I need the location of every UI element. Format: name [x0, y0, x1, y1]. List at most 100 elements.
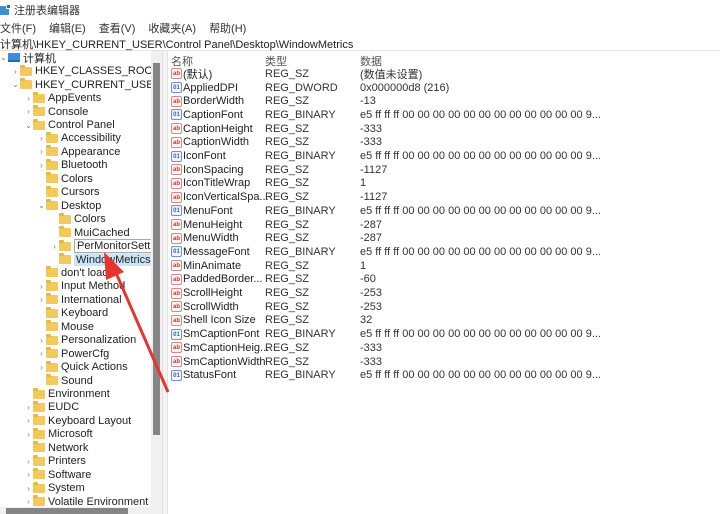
value-row[interactable]: ab Shell Icon Size REG_SZ 32: [168, 314, 720, 328]
menu-favorites[interactable]: 收藏夹(A): [148, 20, 196, 36]
value-row[interactable]: 01 SmCaptionFont REG_BINARY e5 ff ff ff 00 …: [168, 327, 720, 341]
tree-item[interactable]: Colors: [50, 212, 106, 226]
tree-vertical-scrollbar[interactable]: [151, 51, 162, 507]
value-row[interactable]: 01 StatusFont REG_BINARY e5 ff ff ff 00 00 …: [168, 368, 720, 382]
tree-item[interactable]: ⌄ Control Panel: [24, 118, 115, 132]
tree-horizontal-scroll-thumb[interactable]: [6, 508, 128, 514]
value-row[interactable]: 01 CaptionFont REG_BINARY e5 ff ff ff 00 00…: [168, 108, 720, 122]
menu-file[interactable]: 文件(F): [0, 20, 36, 36]
tree-horizontal-scrollbar[interactable]: [0, 507, 162, 514]
value-name: MenuFont: [183, 204, 233, 217]
menu-edit[interactable]: 编辑(E): [49, 20, 86, 36]
value-row[interactable]: ab MinAnimate REG_SZ 1: [168, 259, 720, 273]
tree-item[interactable]: › EUDC: [24, 400, 79, 415]
tree-vertical-scroll-thumb[interactable]: [153, 63, 160, 435]
tree-item[interactable]: › PowerCfg: [37, 347, 109, 361]
tree-item[interactable]: › Accessibility: [37, 131, 121, 146]
value-row[interactable]: 01 MenuFont REG_BINARY e5 ff ff ff 00 00 00…: [168, 204, 720, 218]
chevron-right-icon[interactable]: ›: [24, 470, 33, 479]
tree-item[interactable]: › Software: [24, 468, 91, 482]
address-path[interactable]: 计算机\HKEY_CURRENT_USER\Control Panel\Desk…: [0, 36, 353, 52]
column-header-type[interactable]: 类型: [265, 53, 287, 68]
value-row[interactable]: ab IconVerticalSpa... REG_SZ -1127: [168, 190, 720, 204]
chevron-right-icon[interactable]: ›: [24, 403, 33, 412]
value-row[interactable]: ab IconSpacing REG_SZ -1127: [168, 163, 720, 177]
string-value-icon: ab: [171, 68, 182, 80]
tree-item[interactable]: › Personalization: [37, 333, 136, 347]
tree-item[interactable]: › Microsoft: [24, 427, 93, 442]
chevron-right-icon[interactable]: ›: [37, 363, 46, 372]
chevron-right-icon[interactable]: ›: [37, 147, 46, 156]
tree-item[interactable]: ⌄ HKEY_CURRENT_USER: [11, 78, 162, 92]
tree-item-label: Mouse: [61, 320, 95, 333]
tree-item[interactable]: Keyboard: [37, 306, 108, 321]
tree-item[interactable]: › Input Method: [37, 279, 125, 294]
tree-item[interactable]: Colors: [37, 172, 93, 186]
value-row[interactable]: ab PaddedBorder... REG_SZ -60: [168, 273, 720, 287]
tree-item[interactable]: ⌄ Desktop: [37, 199, 101, 213]
value-row[interactable]: ab (默认) REG_SZ (数值未设置): [168, 67, 720, 81]
chevron-right-icon[interactable]: ›: [37, 336, 46, 345]
regedit-icon: [0, 4, 11, 15]
chevron-right-icon[interactable]: ›: [24, 497, 33, 506]
value-row[interactable]: ab SmCaptionWidth REG_SZ -333: [168, 355, 720, 369]
value-row[interactable]: ab IconTitleWrap REG_SZ 1: [168, 177, 720, 191]
value-data: -333: [360, 136, 383, 149]
value-row[interactable]: ab ScrollHeight REG_SZ -253: [168, 286, 720, 300]
chevron-right-icon[interactable]: ›: [37, 349, 46, 358]
tree-item[interactable]: › System: [24, 481, 85, 495]
tree-item[interactable]: Environment: [24, 387, 110, 401]
address-bar[interactable]: 计算机\HKEY_CURRENT_USER\Control Panel\Desk…: [0, 37, 720, 51]
value-row[interactable]: ab BorderWidth REG_SZ -13: [168, 94, 720, 108]
chevron-right-icon[interactable]: ›: [37, 295, 46, 304]
tree-item[interactable]: › Console: [24, 105, 88, 119]
tree-item[interactable]: › Appearance: [37, 145, 120, 159]
tree-item[interactable]: ⌄ 计算机: [0, 51, 56, 65]
tree-item[interactable]: › Printers: [24, 454, 86, 469]
value-row[interactable]: 01 MessageFont REG_BINARY e5 ff ff ff 00 00…: [168, 245, 720, 259]
tree-item[interactable]: Mouse: [37, 320, 94, 334]
chevron-right-icon[interactable]: ›: [11, 67, 20, 76]
value-row[interactable]: ab MenuHeight REG_SZ -287: [168, 218, 720, 232]
tree-item[interactable]: don't load: [37, 266, 108, 280]
tree-item[interactable]: Network: [24, 441, 88, 455]
chevron-right-icon[interactable]: ›: [24, 94, 33, 103]
chevron-down-icon[interactable]: ⌄: [0, 53, 8, 62]
tree-item[interactable]: Sound: [37, 374, 93, 388]
tree-item[interactable]: › PerMonitorSettings: [50, 239, 162, 254]
folder-icon: [33, 481, 45, 493]
chevron-right-icon[interactable]: ›: [37, 282, 46, 291]
menu-view[interactable]: 查看(V): [99, 20, 136, 36]
chevron-right-icon[interactable]: ›: [37, 161, 46, 170]
tree-item[interactable]: › Quick Actions: [37, 360, 128, 374]
tree-item[interactable]: › International: [37, 293, 122, 307]
tree-item[interactable]: › Volatile Environment: [24, 495, 148, 507]
tree-item[interactable]: › AppEvents: [24, 91, 101, 105]
tree-item[interactable]: WindowMetrics: [50, 253, 153, 267]
chevron-right-icon[interactable]: ›: [24, 457, 33, 466]
chevron-down-icon[interactable]: ⌄: [24, 121, 33, 130]
chevron-right-icon[interactable]: ›: [37, 134, 46, 143]
chevron-right-icon[interactable]: ›: [24, 107, 33, 116]
chevron-right-icon[interactable]: ›: [24, 430, 33, 439]
value-row[interactable]: 01 AppliedDPI REG_DWORD 0x000000d8 (216): [168, 81, 720, 95]
chevron-right-icon[interactable]: ›: [24, 416, 33, 425]
value-name: CaptionHeight: [183, 122, 253, 135]
tree-item[interactable]: › Keyboard Layout: [24, 414, 131, 428]
chevron-down-icon[interactable]: ⌄: [37, 201, 46, 210]
chevron-right-icon[interactable]: ›: [24, 484, 33, 493]
chevron-down-icon[interactable]: ⌄: [11, 80, 20, 89]
value-row[interactable]: 01 IconFont REG_BINARY e5 ff ff ff 00 00 00…: [168, 149, 720, 163]
value-row[interactable]: ab MenuWidth REG_SZ -287: [168, 231, 720, 245]
tree-item-label: MuiCached: [74, 226, 130, 239]
tree-item[interactable]: MuiCached: [50, 226, 130, 240]
chevron-right-icon[interactable]: ›: [50, 242, 59, 251]
tree-item[interactable]: › HKEY_CLASSES_ROOT: [11, 64, 160, 78]
tree-item[interactable]: › Bluetooth: [37, 158, 107, 173]
tree-item[interactable]: Cursors: [37, 185, 100, 200]
value-row[interactable]: ab CaptionHeight REG_SZ -333: [168, 122, 720, 136]
menu-help[interactable]: 帮助(H): [209, 20, 246, 36]
value-row[interactable]: ab CaptionWidth REG_SZ -333: [168, 136, 720, 150]
value-row[interactable]: ab ScrollWidth REG_SZ -253: [168, 300, 720, 314]
value-row[interactable]: ab SmCaptionHeig... REG_SZ -333: [168, 341, 720, 355]
